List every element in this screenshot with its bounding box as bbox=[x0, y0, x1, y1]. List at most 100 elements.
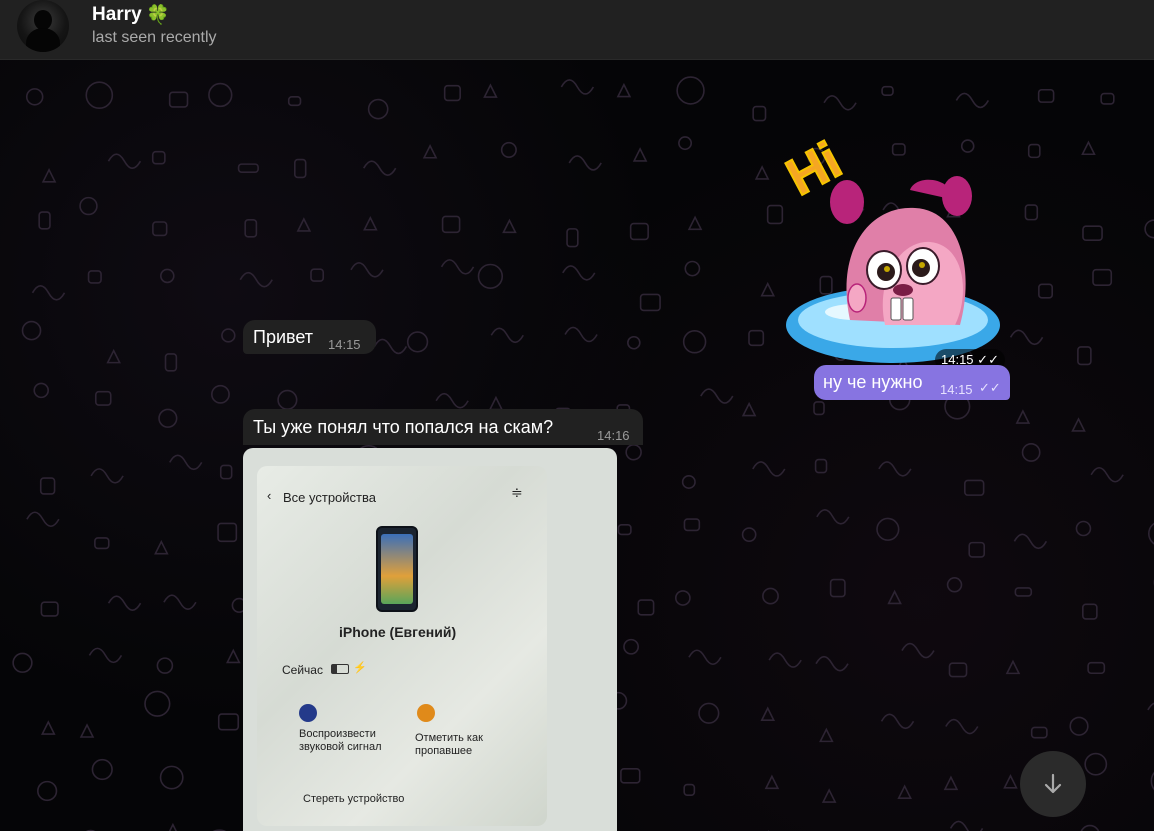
doodle-shape bbox=[443, 84, 461, 102]
doodle-shape bbox=[21, 320, 42, 341]
doodle-shape bbox=[829, 578, 846, 598]
doodle-shape bbox=[562, 265, 596, 281]
doodle-shape bbox=[296, 217, 312, 232]
doodle-shape bbox=[373, 338, 408, 355]
doodle-shape bbox=[159, 765, 184, 790]
doodle-shape bbox=[700, 388, 734, 404]
message-text: ну че нужно bbox=[823, 372, 923, 392]
message-outgoing[interactable]: ну че нужно 14:15 ✓✓ bbox=[814, 365, 1010, 400]
contact-name[interactable]: Harry bbox=[92, 4, 142, 26]
photo-phone-image bbox=[376, 526, 418, 612]
doodle-shape bbox=[617, 524, 632, 536]
photo-screen: ‹ Все устройства ≑ iPhone (Евгений) Сейч… bbox=[257, 466, 547, 826]
doodle-shape bbox=[632, 147, 648, 162]
doodle-shape bbox=[211, 384, 230, 404]
doodle-shape bbox=[1084, 752, 1108, 776]
sticker-hi-beaver[interactable]: Hi bbox=[775, 120, 1010, 370]
scroll-down-button[interactable] bbox=[1020, 751, 1086, 817]
doodle-shape bbox=[1087, 661, 1106, 675]
doodle-shape bbox=[968, 541, 986, 558]
doodle-shape bbox=[367, 98, 389, 120]
doodle-shape bbox=[813, 401, 825, 416]
doodle-shape bbox=[85, 81, 114, 110]
doodle-shape bbox=[760, 281, 776, 297]
doodle-shape bbox=[160, 268, 175, 284]
doodle-shape bbox=[40, 601, 59, 617]
doodle-shape bbox=[880, 713, 915, 730]
doodle-shape bbox=[639, 293, 661, 312]
photo-now-label: Сейчас bbox=[282, 663, 323, 677]
doodle-shape bbox=[768, 652, 802, 668]
doodle-shape bbox=[1075, 520, 1092, 537]
doodle-shape bbox=[483, 83, 498, 98]
photo-back-label: Все устройства bbox=[283, 490, 376, 505]
doodle-shape bbox=[277, 389, 298, 410]
doodle-shape bbox=[623, 638, 640, 655]
photo-lock-icon bbox=[417, 704, 435, 722]
message-text: Ты уже понял что попался на скам? bbox=[253, 417, 554, 437]
doodle-shape bbox=[815, 655, 849, 672]
doodle-shape bbox=[1082, 225, 1103, 241]
doodle-shape bbox=[144, 690, 171, 717]
doodle-shape bbox=[946, 577, 963, 593]
doodle-shape bbox=[688, 649, 722, 666]
doodle-shape bbox=[1009, 329, 1044, 346]
doodle-shape bbox=[1038, 283, 1054, 299]
doodle-shape bbox=[1144, 219, 1154, 239]
doodle-shape bbox=[94, 537, 110, 550]
doodle-shape bbox=[435, 392, 469, 409]
doodle-shape bbox=[1037, 88, 1055, 103]
message-incoming[interactable]: Ты уже понял что попался на скам? 14:16 bbox=[243, 409, 643, 445]
doodle-shape bbox=[629, 222, 649, 241]
doodle-shape bbox=[816, 509, 850, 525]
message-text: Привет bbox=[253, 327, 314, 347]
doodle-shape bbox=[217, 713, 240, 731]
doodle-shape bbox=[39, 477, 56, 495]
doodle-shape bbox=[91, 758, 113, 781]
doodle-shape bbox=[37, 780, 58, 802]
doodle-shape bbox=[40, 720, 56, 735]
doodle-shape bbox=[678, 136, 693, 151]
doodle-shape bbox=[760, 706, 776, 722]
doodle-shape bbox=[208, 82, 233, 108]
message-time: 14:15 bbox=[940, 382, 973, 397]
doodle-shape bbox=[26, 511, 60, 528]
doodle-shape bbox=[226, 648, 241, 664]
photo-battery-icon bbox=[331, 664, 349, 674]
message-photo[interactable]: ‹ Все устройства ≑ iPhone (Евгений) Сейч… bbox=[243, 448, 617, 831]
doodle-shape bbox=[244, 219, 258, 238]
doodle-shape bbox=[25, 88, 44, 106]
chat-area[interactable]: Hi 14:15 ✓✓ Привет 14:15 ну че нужно 14:… bbox=[0, 60, 1154, 831]
doodle-shape bbox=[687, 215, 703, 231]
doodle-shape bbox=[901, 642, 935, 659]
doodle-shape bbox=[955, 92, 990, 109]
photo-settings-icon: ≑ bbox=[511, 484, 523, 500]
doodle-shape bbox=[1021, 443, 1041, 462]
photo-device-name: iPhone (Евгений) bbox=[339, 624, 457, 640]
doodle-shape bbox=[1100, 92, 1115, 105]
doodle-shape bbox=[217, 522, 238, 543]
double-check-icon: ✓✓ bbox=[979, 380, 1001, 395]
doodle-shape bbox=[500, 141, 517, 158]
doodle-shape bbox=[168, 822, 177, 831]
message-time: 14:16 bbox=[597, 428, 630, 443]
doodle-shape bbox=[168, 91, 189, 108]
doodle-shape bbox=[33, 382, 49, 399]
doodle-shape bbox=[1077, 346, 1092, 366]
doodle-shape bbox=[219, 464, 233, 480]
doodle-shape bbox=[560, 79, 595, 95]
doodle-shape bbox=[90, 468, 124, 484]
message-incoming[interactable]: Привет 14:15 bbox=[243, 320, 376, 354]
last-seen-status: last seen recently bbox=[92, 29, 217, 46]
doodle-shape bbox=[943, 775, 959, 791]
doodle-shape bbox=[106, 348, 121, 364]
doodle-shape bbox=[406, 331, 429, 353]
doodle-shape bbox=[158, 408, 178, 428]
doodle-shape bbox=[107, 153, 142, 169]
doodle-shape bbox=[107, 595, 142, 611]
doodle-shape bbox=[876, 517, 900, 541]
doodle-shape bbox=[1005, 659, 1021, 675]
avatar[interactable] bbox=[17, 0, 69, 52]
chat-header[interactable]: Harry 🍀 last seen recently bbox=[0, 0, 1154, 60]
doodle-shape bbox=[683, 783, 696, 796]
